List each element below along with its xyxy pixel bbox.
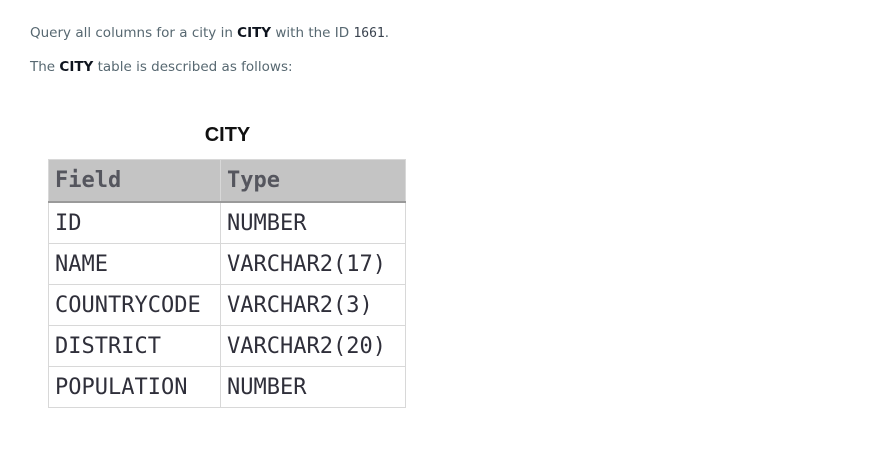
table-row: DISTRICT VARCHAR2(20) xyxy=(48,325,406,367)
description-table-name: CITY xyxy=(59,59,94,75)
query-instruction: Query all columns for a city in CITY wit… xyxy=(30,24,389,43)
header-type: Type xyxy=(220,159,406,203)
schema-table-title: CITY xyxy=(204,124,251,146)
problem-statement: Query all columns for a city in CITY wit… xyxy=(0,0,890,460)
description-text-end: table is described as follows: xyxy=(93,59,293,75)
table-row: POPULATION NUMBER xyxy=(48,366,406,408)
type-cell: VARCHAR2(3) xyxy=(220,284,406,326)
instruction-text-start: Query all columns for a city in xyxy=(30,25,238,41)
type-cell: VARCHAR2(20) xyxy=(220,325,406,367)
table-description: The CITY table is described as follows: xyxy=(30,58,293,76)
type-cell: NUMBER xyxy=(220,366,406,408)
field-cell: DISTRICT xyxy=(48,325,221,367)
type-cell: VARCHAR2(17) xyxy=(220,243,406,285)
table-row: NAME VARCHAR2(17) xyxy=(48,243,406,285)
city-id-value: 1661 xyxy=(353,26,385,41)
table-name-highlight: CITY xyxy=(237,25,272,41)
description-text-start: The xyxy=(30,59,60,75)
table-row: COUNTRYCODE VARCHAR2(3) xyxy=(48,284,406,326)
field-cell: ID xyxy=(48,201,221,244)
schema-header-row: Field Type xyxy=(48,159,406,203)
field-cell: POPULATION xyxy=(48,366,221,408)
field-cell: COUNTRYCODE xyxy=(48,284,221,326)
header-field: Field xyxy=(48,159,221,203)
schema-table: Field Type ID NUMBER NAME VARCHAR2(17) C… xyxy=(48,159,406,408)
field-cell: NAME xyxy=(48,243,221,285)
type-cell: NUMBER xyxy=(220,201,406,244)
instruction-text-end: . xyxy=(384,25,390,41)
table-row: ID NUMBER xyxy=(48,201,406,244)
instruction-text-middle: with the ID xyxy=(271,25,354,41)
